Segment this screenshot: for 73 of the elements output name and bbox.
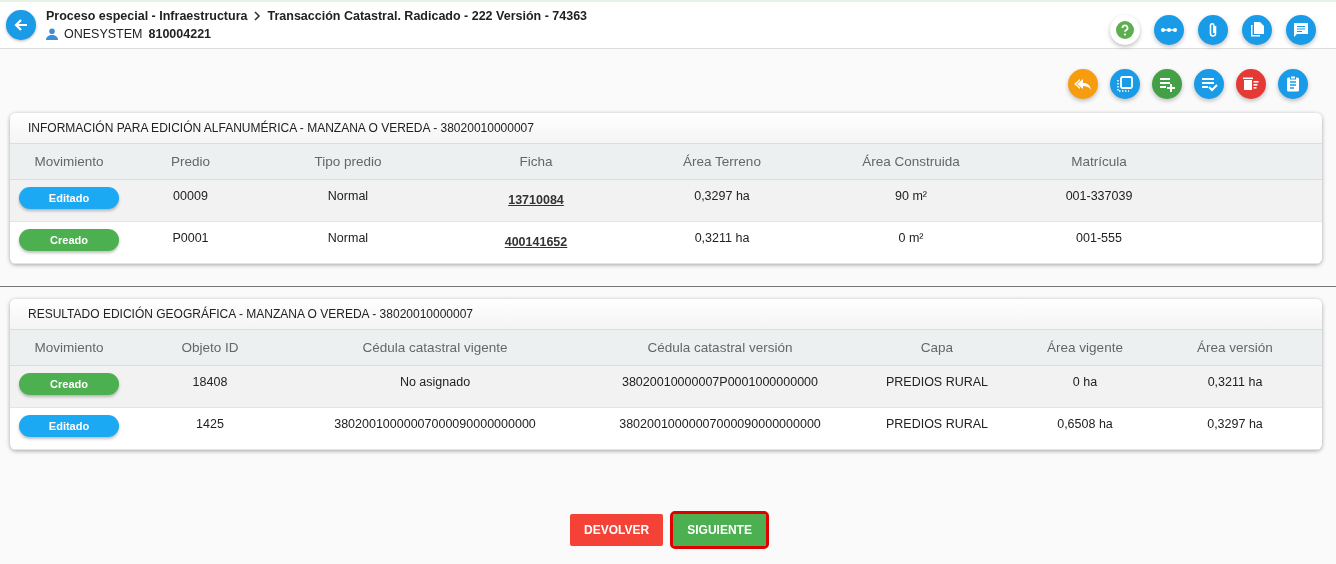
record-link[interactable]: 400141652 — [504, 231, 568, 249]
list-add-icon — [1158, 75, 1176, 93]
dots-icon — [1160, 27, 1178, 33]
column-header: Área Terreno — [682, 154, 762, 169]
chat-button[interactable] — [1286, 15, 1316, 45]
table-cell: 90 m² — [895, 189, 927, 203]
help-button[interactable] — [1110, 15, 1140, 45]
table-cell: 0 m² — [898, 231, 924, 245]
table-cell: 18408 — [192, 375, 228, 389]
status-badge: Creado — [19, 229, 119, 251]
list-add-button[interactable] — [1152, 69, 1182, 99]
table-cell: 38020010000007000090000000000 — [619, 417, 821, 431]
column-header: Cédula catastral versión — [646, 340, 794, 355]
frame-icon — [1116, 75, 1134, 93]
table-cell: PREDIOS RURAL — [885, 375, 989, 389]
column-header: Capa — [919, 340, 955, 355]
list-check-icon — [1200, 75, 1218, 93]
table-cell: 38020010000007000090000000000 — [334, 417, 536, 431]
column-header: Objeto ID — [180, 340, 240, 355]
table-cell: 0,3297 ha — [1207, 417, 1263, 431]
column-header: Tipo predio — [313, 154, 383, 169]
record-link[interactable]: 13710084 — [508, 189, 564, 207]
dots-button[interactable] — [1154, 15, 1184, 45]
user-id: 810004221 — [148, 27, 212, 41]
arrow-left-icon — [13, 17, 29, 33]
table-cell: 38020010000007P0001000000000 — [621, 375, 818, 389]
status-badge: Editado — [19, 187, 119, 209]
breadcrumb-item: Transacción Catastral. Radicado - 222 Versión - 74363 — [267, 9, 588, 23]
table-cell: 001-555 — [1076, 231, 1122, 245]
panel-title: INFORMACIÓN PARA EDICIÓN ALFANUMÉRICA - MANZANA O VEREDA - 38020010000007 — [10, 113, 1322, 144]
table-cell: 001-337039 — [1065, 189, 1133, 203]
paperclip-button[interactable] — [1198, 15, 1228, 45]
table-cell: 0,3211 ha — [1207, 375, 1263, 389]
column-header: Movimiento — [33, 154, 105, 169]
list-check-button[interactable] — [1194, 69, 1224, 99]
table-cell: Normal — [327, 189, 369, 203]
table-cell: 0,3211 ha — [694, 231, 750, 245]
chevron-icon — [253, 11, 262, 21]
table-cell: No asignado — [399, 375, 471, 389]
table-cell: 1425 — [196, 417, 224, 431]
trash-button[interactable] — [1236, 69, 1266, 99]
breadcrumb-item[interactable]: Proceso especial - Infraestructura — [46, 9, 248, 23]
column-header: Predio — [170, 154, 211, 169]
table-cell: 0 ha — [1072, 375, 1098, 389]
column-header: Área Construida — [861, 154, 961, 169]
reply-all-button[interactable] — [1068, 69, 1098, 99]
table-cell: PREDIOS RURAL — [885, 417, 989, 431]
clipboard-icon — [1284, 75, 1302, 93]
table-cell: P0001 — [172, 231, 209, 245]
table-cell: Normal — [327, 231, 369, 245]
status-badge: Editado — [19, 415, 119, 437]
chat-icon — [1292, 21, 1310, 39]
copy-button[interactable] — [1242, 15, 1272, 45]
return-button[interactable]: DEVOLVER — [570, 514, 664, 546]
column-header: Área versión — [1196, 340, 1274, 355]
panel-title: RESULTADO EDICIÓN GEOGRÁFICA - MANZANA O VEREDA - 38020010000007 — [10, 299, 1322, 330]
person-icon — [46, 28, 58, 40]
trash-icon — [1242, 75, 1260, 93]
table-cell: 00009 — [173, 189, 208, 203]
table-cell: 0,3297 ha — [694, 189, 750, 203]
user-name: ONESYSTEM — [64, 27, 143, 41]
column-header: Cédula catastral vigente — [361, 340, 509, 355]
column-header: Matrícula — [1070, 154, 1128, 169]
status-badge: Creado — [19, 373, 119, 395]
frame-button[interactable] — [1110, 69, 1140, 99]
column-header: Área vigente — [1046, 340, 1124, 355]
column-header: Movimiento — [33, 340, 105, 355]
table-cell: 0,6508 ha — [1057, 417, 1113, 431]
help-icon — [1116, 21, 1134, 39]
back-button[interactable] — [6, 10, 36, 40]
column-header: Ficha — [518, 154, 554, 169]
clipboard-button[interactable] — [1278, 69, 1308, 99]
copy-icon — [1248, 21, 1266, 39]
